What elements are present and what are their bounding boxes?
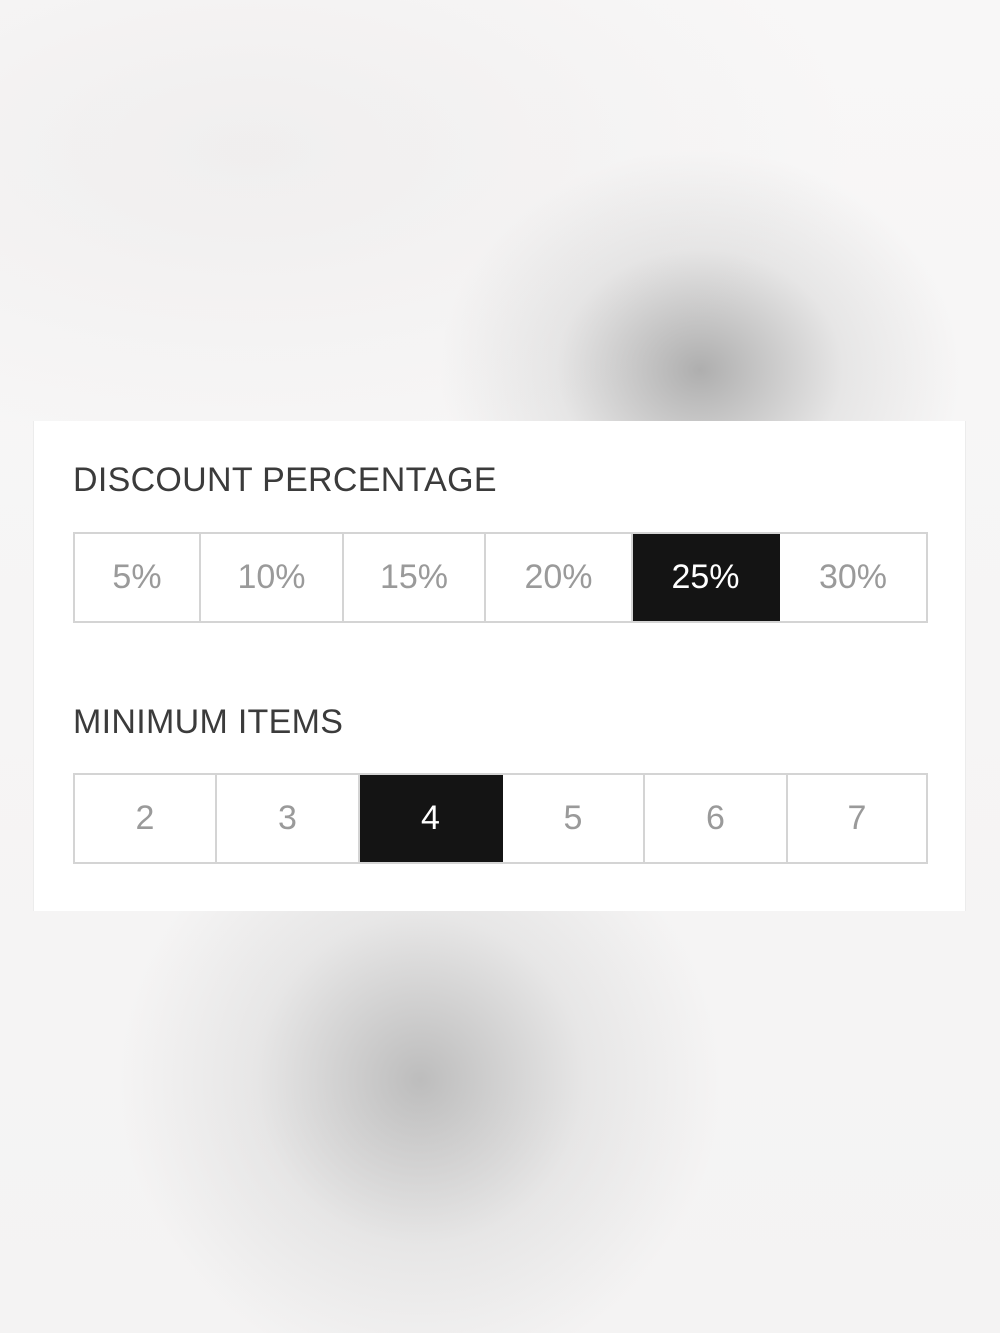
- discount-option-30[interactable]: 30%: [780, 534, 926, 621]
- items-option-3[interactable]: 3: [217, 775, 360, 862]
- discount-percentage-title: DISCOUNT PERCENTAGE: [73, 461, 497, 499]
- items-option-4[interactable]: 4: [360, 775, 503, 862]
- items-option-7[interactable]: 7: [788, 775, 926, 862]
- discount-option-15[interactable]: 15%: [344, 534, 486, 621]
- settings-panel: DISCOUNT PERCENTAGE 5% 10% 15% 20% 25% 3…: [33, 421, 966, 911]
- discount-option-10[interactable]: 10%: [201, 534, 344, 621]
- discount-option-5[interactable]: 5%: [75, 534, 201, 621]
- items-option-2[interactable]: 2: [75, 775, 217, 862]
- items-option-6[interactable]: 6: [645, 775, 788, 862]
- minimum-items-selector: 2 3 4 5 6 7: [73, 773, 928, 864]
- items-option-5[interactable]: 5: [503, 775, 645, 862]
- discount-option-25[interactable]: 25%: [633, 534, 780, 621]
- discount-option-20[interactable]: 20%: [486, 534, 633, 621]
- discount-percentage-selector: 5% 10% 15% 20% 25% 30%: [73, 532, 928, 623]
- minimum-items-title: MINIMUM ITEMS: [73, 703, 344, 741]
